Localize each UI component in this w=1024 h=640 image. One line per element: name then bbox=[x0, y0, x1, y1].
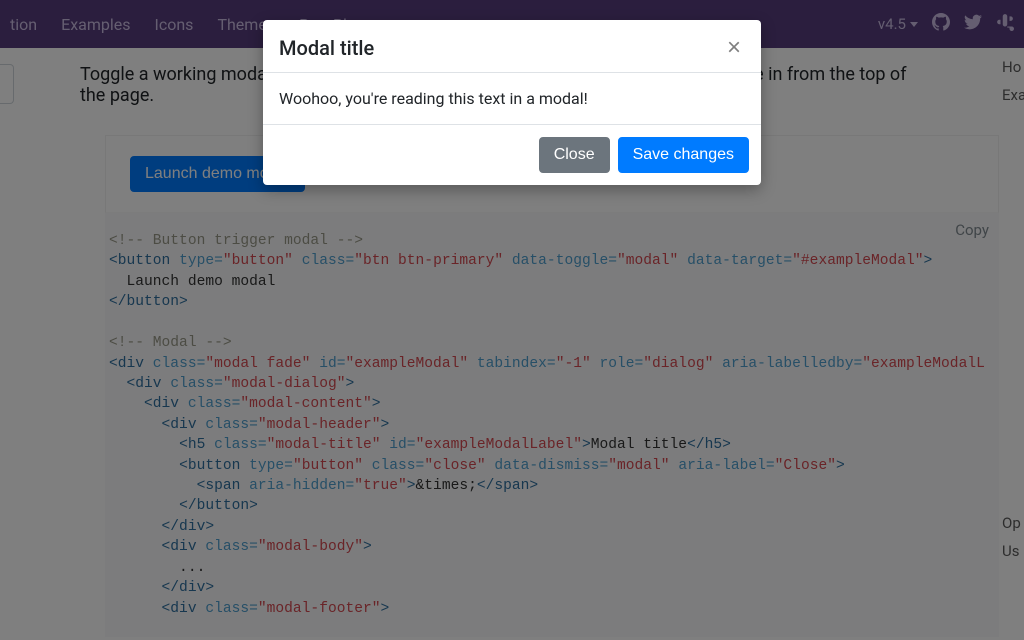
modal-dialog: Modal title × Woohoo, you're reading thi… bbox=[263, 20, 761, 185]
modal-title: Modal title bbox=[279, 36, 374, 60]
modal-footer: Close Save changes bbox=[263, 124, 761, 185]
close-icon[interactable]: × bbox=[723, 36, 745, 60]
save-changes-button[interactable]: Save changes bbox=[618, 137, 749, 173]
close-button[interactable]: Close bbox=[539, 137, 610, 173]
modal-header: Modal title × bbox=[263, 20, 761, 73]
modal-body: Woohoo, you're reading this text in a mo… bbox=[263, 73, 761, 124]
